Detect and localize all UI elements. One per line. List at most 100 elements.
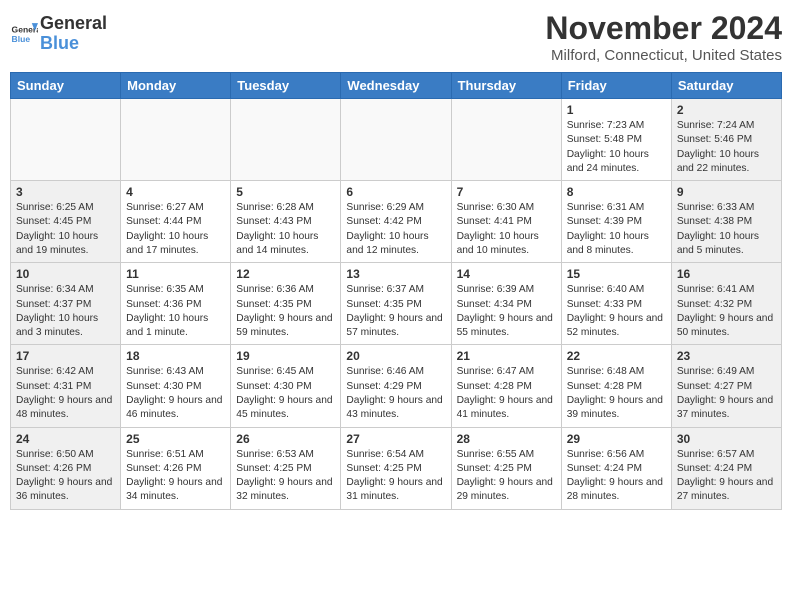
- day-number: 19: [236, 349, 335, 363]
- day-info: Sunrise: 6:42 AM Sunset: 4:31 PM Dayligh…: [16, 365, 115, 422]
- calendar-cell: 4 Sunrise: 6:27 AM Sunset: 4:44 PM Daylig…: [121, 181, 231, 263]
- day-number: 7: [457, 185, 556, 199]
- day-number: 21: [457, 349, 556, 363]
- day-number: 10: [16, 267, 115, 281]
- calendar-cell: 24 Sunrise: 6:50 AM Sunset: 4:26 PM Dayli…: [11, 427, 121, 509]
- day-number: 17: [16, 349, 115, 363]
- calendar-cell: 16 Sunrise: 6:41 AM Sunset: 4:32 PM Dayli…: [671, 263, 781, 345]
- day-number: 30: [677, 432, 776, 446]
- day-number: 25: [126, 432, 225, 446]
- calendar-cell: 15 Sunrise: 6:40 AM Sunset: 4:33 PM Dayli…: [561, 263, 671, 345]
- calendar-cell: 10Sunrise: 6:34 AM Sunset: 4:37 PM Dayli…: [11, 263, 121, 345]
- calendar-cell: 14 Sunrise: 6:39 AM Sunset: 4:34 PM Dayli…: [451, 263, 561, 345]
- day-number: 6: [346, 185, 445, 199]
- day-info: Sunrise: 6:36 AM Sunset: 4:35 PM Dayligh…: [236, 283, 335, 340]
- calendar-cell: 13 Sunrise: 6:37 AM Sunset: 4:35 PM Dayli…: [341, 263, 451, 345]
- weekday-header-saturday: Saturday: [671, 73, 781, 99]
- calendar-week-4: 17 Sunrise: 6:42 AM Sunset: 4:31 PM Dayli…: [11, 345, 782, 427]
- calendar-week-5: 24 Sunrise: 6:50 AM Sunset: 4:26 PM Dayli…: [11, 427, 782, 509]
- day-number: 24: [16, 432, 115, 446]
- day-number: 15: [567, 267, 666, 281]
- svg-text:Blue: Blue: [12, 34, 31, 44]
- calendar-header-row: SundayMondayTuesdayWednesdayThursdayFrid…: [11, 73, 782, 99]
- day-info: Sunrise: 6:45 AM Sunset: 4:30 PM Dayligh…: [236, 365, 335, 422]
- calendar-cell: 7 Sunrise: 6:30 AM Sunset: 4:41 PM Daylig…: [451, 181, 561, 263]
- day-info: Sunrise: 6:33 AM Sunset: 4:38 PM Dayligh…: [677, 201, 776, 258]
- calendar-body: 1Sunrise: 7:23 AM Sunset: 5:48 PM Daylig…: [11, 99, 782, 510]
- calendar-cell: 28 Sunrise: 6:55 AM Sunset: 4:25 PM Dayli…: [451, 427, 561, 509]
- calendar-cell: 23 Sunrise: 6:49 AM Sunset: 4:27 PM Dayli…: [671, 345, 781, 427]
- day-number: 4: [126, 185, 225, 199]
- weekday-header-wednesday: Wednesday: [341, 73, 451, 99]
- day-info: Sunrise: 7:24 AM Sunset: 5:46 PM Dayligh…: [677, 119, 776, 176]
- calendar-cell: [231, 99, 341, 181]
- calendar-cell: 12 Sunrise: 6:36 AM Sunset: 4:35 PM Dayli…: [231, 263, 341, 345]
- page-header: General Blue General Blue November 2024 …: [10, 10, 782, 64]
- weekday-header-monday: Monday: [121, 73, 231, 99]
- day-info: Sunrise: 6:49 AM Sunset: 4:27 PM Dayligh…: [677, 365, 776, 422]
- calendar-cell: 22Sunrise: 6:48 AM Sunset: 4:28 PM Dayli…: [561, 345, 671, 427]
- day-number: 16: [677, 267, 776, 281]
- calendar-cell: 3 Sunrise: 6:25 AM Sunset: 4:45 PM Daylig…: [11, 181, 121, 263]
- calendar-cell: 9 Sunrise: 6:33 AM Sunset: 4:38 PM Daylig…: [671, 181, 781, 263]
- calendar-cell: 2 Sunrise: 7:24 AM Sunset: 5:46 PM Daylig…: [671, 99, 781, 181]
- calendar-week-2: 3 Sunrise: 6:25 AM Sunset: 4:45 PM Daylig…: [11, 181, 782, 263]
- calendar-cell: 25 Sunrise: 6:51 AM Sunset: 4:26 PM Dayli…: [121, 427, 231, 509]
- day-info: Sunrise: 6:47 AM Sunset: 4:28 PM Dayligh…: [457, 365, 556, 422]
- day-number: 2: [677, 103, 776, 117]
- month-title: November 2024: [545, 10, 782, 47]
- day-info: Sunrise: 6:37 AM Sunset: 4:35 PM Dayligh…: [346, 283, 445, 340]
- calendar-cell: 1Sunrise: 7:23 AM Sunset: 5:48 PM Daylig…: [561, 99, 671, 181]
- day-number: 20: [346, 349, 445, 363]
- calendar-cell: 17 Sunrise: 6:42 AM Sunset: 4:31 PM Dayli…: [11, 345, 121, 427]
- day-number: 12: [236, 267, 335, 281]
- calendar-cell: [451, 99, 561, 181]
- day-info: Sunrise: 6:50 AM Sunset: 4:26 PM Dayligh…: [16, 448, 115, 505]
- location: Milford, Connecticut, United States: [545, 47, 782, 64]
- calendar-cell: 5Sunrise: 6:28 AM Sunset: 4:43 PM Daylig…: [231, 181, 341, 263]
- weekday-header-tuesday: Tuesday: [231, 73, 341, 99]
- day-number: 9: [677, 185, 776, 199]
- day-number: 23: [677, 349, 776, 363]
- day-number: 26: [236, 432, 335, 446]
- day-info: Sunrise: 6:35 AM Sunset: 4:36 PM Dayligh…: [126, 283, 225, 340]
- day-number: 1: [567, 103, 666, 117]
- calendar-cell: 30 Sunrise: 6:57 AM Sunset: 4:24 PM Dayli…: [671, 427, 781, 509]
- day-info: Sunrise: 6:55 AM Sunset: 4:25 PM Dayligh…: [457, 448, 556, 505]
- day-info: Sunrise: 6:30 AM Sunset: 4:41 PM Dayligh…: [457, 201, 556, 258]
- calendar-cell: [11, 99, 121, 181]
- calendar-cell: 6 Sunrise: 6:29 AM Sunset: 4:42 PM Daylig…: [341, 181, 451, 263]
- calendar-week-3: 10Sunrise: 6:34 AM Sunset: 4:37 PM Dayli…: [11, 263, 782, 345]
- day-info: Sunrise: 6:56 AM Sunset: 4:24 PM Dayligh…: [567, 448, 666, 505]
- day-number: 11: [126, 267, 225, 281]
- weekday-header-thursday: Thursday: [451, 73, 561, 99]
- day-info: Sunrise: 6:25 AM Sunset: 4:45 PM Dayligh…: [16, 201, 115, 258]
- calendar-cell: [121, 99, 231, 181]
- day-info: Sunrise: 6:41 AM Sunset: 4:32 PM Dayligh…: [677, 283, 776, 340]
- day-number: 13: [346, 267, 445, 281]
- day-info: Sunrise: 6:51 AM Sunset: 4:26 PM Dayligh…: [126, 448, 225, 505]
- day-info: Sunrise: 6:29 AM Sunset: 4:42 PM Dayligh…: [346, 201, 445, 258]
- day-info: Sunrise: 6:31 AM Sunset: 4:39 PM Dayligh…: [567, 201, 666, 258]
- day-number: 22: [567, 349, 666, 363]
- title-area: November 2024 Milford, Connecticut, Unit…: [545, 10, 782, 64]
- calendar-cell: 26 Sunrise: 6:53 AM Sunset: 4:25 PM Dayli…: [231, 427, 341, 509]
- calendar-cell: [341, 99, 451, 181]
- calendar-week-1: 1Sunrise: 7:23 AM Sunset: 5:48 PM Daylig…: [11, 99, 782, 181]
- calendar-cell: 27Sunrise: 6:54 AM Sunset: 4:25 PM Dayli…: [341, 427, 451, 509]
- day-info: Sunrise: 6:40 AM Sunset: 4:33 PM Dayligh…: [567, 283, 666, 340]
- calendar-cell: 18Sunrise: 6:43 AM Sunset: 4:30 PM Dayli…: [121, 345, 231, 427]
- day-number: 3: [16, 185, 115, 199]
- day-number: 14: [457, 267, 556, 281]
- weekday-header-sunday: Sunday: [11, 73, 121, 99]
- day-number: 5: [236, 185, 335, 199]
- day-info: Sunrise: 6:57 AM Sunset: 4:24 PM Dayligh…: [677, 448, 776, 505]
- logo-icon: General Blue: [10, 20, 38, 48]
- day-info: Sunrise: 6:46 AM Sunset: 4:29 PM Dayligh…: [346, 365, 445, 422]
- day-info: Sunrise: 6:53 AM Sunset: 4:25 PM Dayligh…: [236, 448, 335, 505]
- day-info: Sunrise: 6:27 AM Sunset: 4:44 PM Dayligh…: [126, 201, 225, 258]
- calendar-table: SundayMondayTuesdayWednesdayThursdayFrid…: [10, 72, 782, 510]
- day-info: Sunrise: 6:39 AM Sunset: 4:34 PM Dayligh…: [457, 283, 556, 340]
- logo: General Blue General Blue: [10, 14, 107, 54]
- day-number: 28: [457, 432, 556, 446]
